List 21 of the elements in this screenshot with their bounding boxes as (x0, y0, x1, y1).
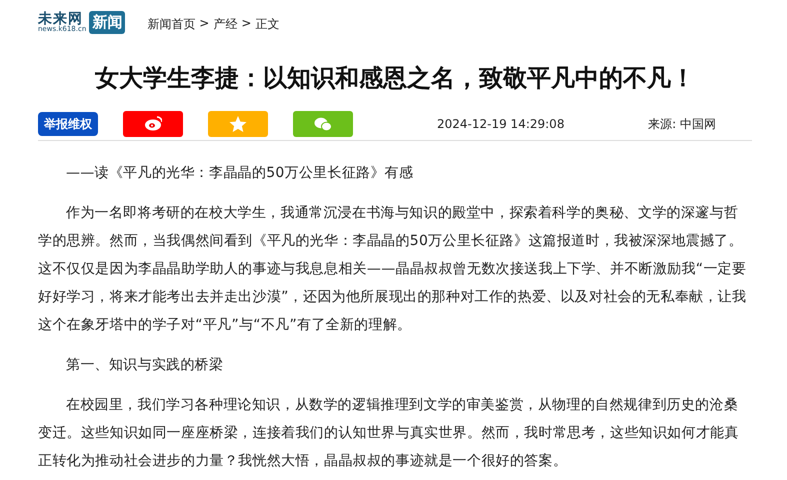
share-button[interactable] (208, 111, 268, 137)
chat-bubbles-icon (314, 115, 332, 133)
article-paragraph: 作为一名即将考研的在校大学生，我通常沉浸在书海与知识的殿堂中，探索着科学的奥秘、文学的深邃与哲学的思辨。然而，当我偶然间看到《平凡的光华：李晶晶的50万公里长征路》这篇报道时，我被深深地震撼了。这不仅仅是因为李晶晶助学助人的事迹与我息息相关——晶晶叔叔曾无数次接送我上下学、并不断激励我“一定要好好学习，将来才能考出去并走出沙漠”，还因为他所展现出的那种对工作的热爱、以及对社会的无私奉献，让我这个在象牙塔中的学子对“平凡”与“不凡”有了全新的理解。 (38, 204, 748, 335)
weibo-icon (144, 115, 162, 133)
breadcrumb-separator: > (241, 16, 252, 32)
article-paragraph: 第一、知识与实践的桥梁 (65, 356, 224, 375)
news-badge[interactable]: 新闻 (89, 10, 126, 34)
breadcrumb-link[interactable]: 正文 (255, 16, 280, 32)
publish-date: 2024-12-19 14:29:08 (437, 117, 564, 131)
share-button[interactable] (293, 111, 353, 137)
article-paragraph: 在校园里，我们学习各种理论知识，从数学的逻辑推理到文学的审美鉴赏，从物理的自然规律到历史的沧桑变迁。这些知识如同一座座桥梁，连接着我们的认知世界与真实世界。然而，我时常思考，这些知识如何才能真正转化为推动社会进步的力量？我恍然大悟，晶晶叔叔的事迹就是一个很好的答案。 (38, 396, 740, 471)
breadcrumb-link[interactable]: 新闻首页 (147, 16, 196, 32)
star-icon (229, 115, 247, 133)
site-name[interactable]: 未来网 (38, 12, 86, 26)
share-button[interactable] (123, 111, 183, 137)
breadcrumb-separator: > (199, 16, 210, 32)
report-button[interactable]: 举报维权 (38, 112, 98, 136)
breadcrumb-link[interactable]: 产经 (213, 16, 238, 32)
article-title: 女大学生李捷：以知识和感恩之名，致敬平凡中的不凡！ (94, 63, 696, 94)
article-paragraph: ——读《平凡的光华：李晶晶的50万公里长征路》有感 (65, 164, 414, 183)
article-source: 来源: 中国网 (648, 116, 716, 132)
